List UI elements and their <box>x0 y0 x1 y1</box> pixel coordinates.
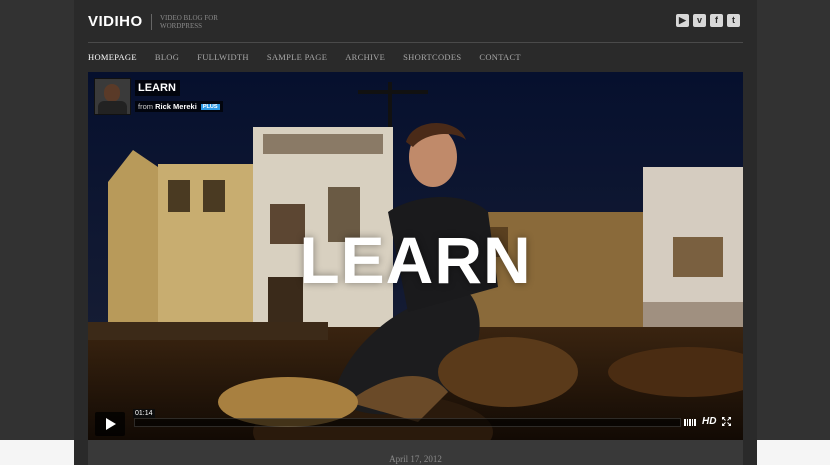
content-wrapper: VIDIHO VIDEO BLOG FOR WORDPRESS ▶ v f t … <box>74 0 757 465</box>
twitter-icon[interactable]: t <box>727 14 740 27</box>
social-icons: ▶ v f t <box>676 14 740 27</box>
fullscreen-icon[interactable] <box>722 417 731 426</box>
time-display: 01:14 <box>133 409 155 418</box>
hd-toggle[interactable]: HD <box>702 416 716 427</box>
vimeo-icon[interactable]: v <box>693 14 706 27</box>
progress-bar[interactable] <box>134 418 681 427</box>
video-controls: 01:14 HD <box>88 409 743 440</box>
byline-prefix: from <box>138 102 153 111</box>
author-name[interactable]: Rick Mereki <box>155 102 197 111</box>
play-button[interactable] <box>95 412 125 436</box>
video-title[interactable]: LEARN <box>135 80 180 96</box>
facebook-icon[interactable]: f <box>710 14 723 27</box>
nav-item-fullwidth[interactable]: FULLWIDTH <box>197 52 249 62</box>
video-player[interactable]: LEARN from Rick Mereki PLUS LEARN 01:14 … <box>88 72 743 440</box>
avatar-head-shape <box>104 84 120 102</box>
video-title-box: LEARN from Rick Mereki PLUS <box>94 78 223 115</box>
video-byline: from Rick Mereki PLUS <box>135 101 223 112</box>
nav-item-contact[interactable]: CONTACT <box>479 52 521 62</box>
nav-item-archive[interactable]: ARCHIVE <box>345 52 385 62</box>
nav-item-shortcodes[interactable]: SHORTCODES <box>403 52 461 62</box>
site-logo[interactable]: VIDIHO <box>88 13 143 30</box>
main-nav: HOMEPAGE BLOG FULLWIDTH SAMPLE PAGE ARCH… <box>88 52 539 62</box>
site-header: VIDIHO VIDEO BLOG FOR WORDPRESS ▶ v f t <box>88 0 743 43</box>
youtube-icon[interactable]: ▶ <box>676 14 689 27</box>
nav-item-sample-page[interactable]: SAMPLE PAGE <box>267 52 327 62</box>
author-avatar[interactable] <box>94 78 131 115</box>
site-tagline: VIDEO BLOG FOR WORDPRESS <box>160 14 218 30</box>
play-icon <box>106 418 116 430</box>
volume-icon[interactable] <box>684 419 696 426</box>
post-date: April 17, 2012 <box>389 454 442 464</box>
nav-item-blog[interactable]: BLOG <box>155 52 179 62</box>
post-meta: April 17, 2012 <box>88 440 743 465</box>
video-overlay-title: LEARN <box>299 223 532 297</box>
nav-item-homepage[interactable]: HOMEPAGE <box>88 52 137 62</box>
avatar-body-shape <box>98 101 127 114</box>
plus-badge: PLUS <box>200 104 220 110</box>
logo-divider <box>151 14 152 30</box>
